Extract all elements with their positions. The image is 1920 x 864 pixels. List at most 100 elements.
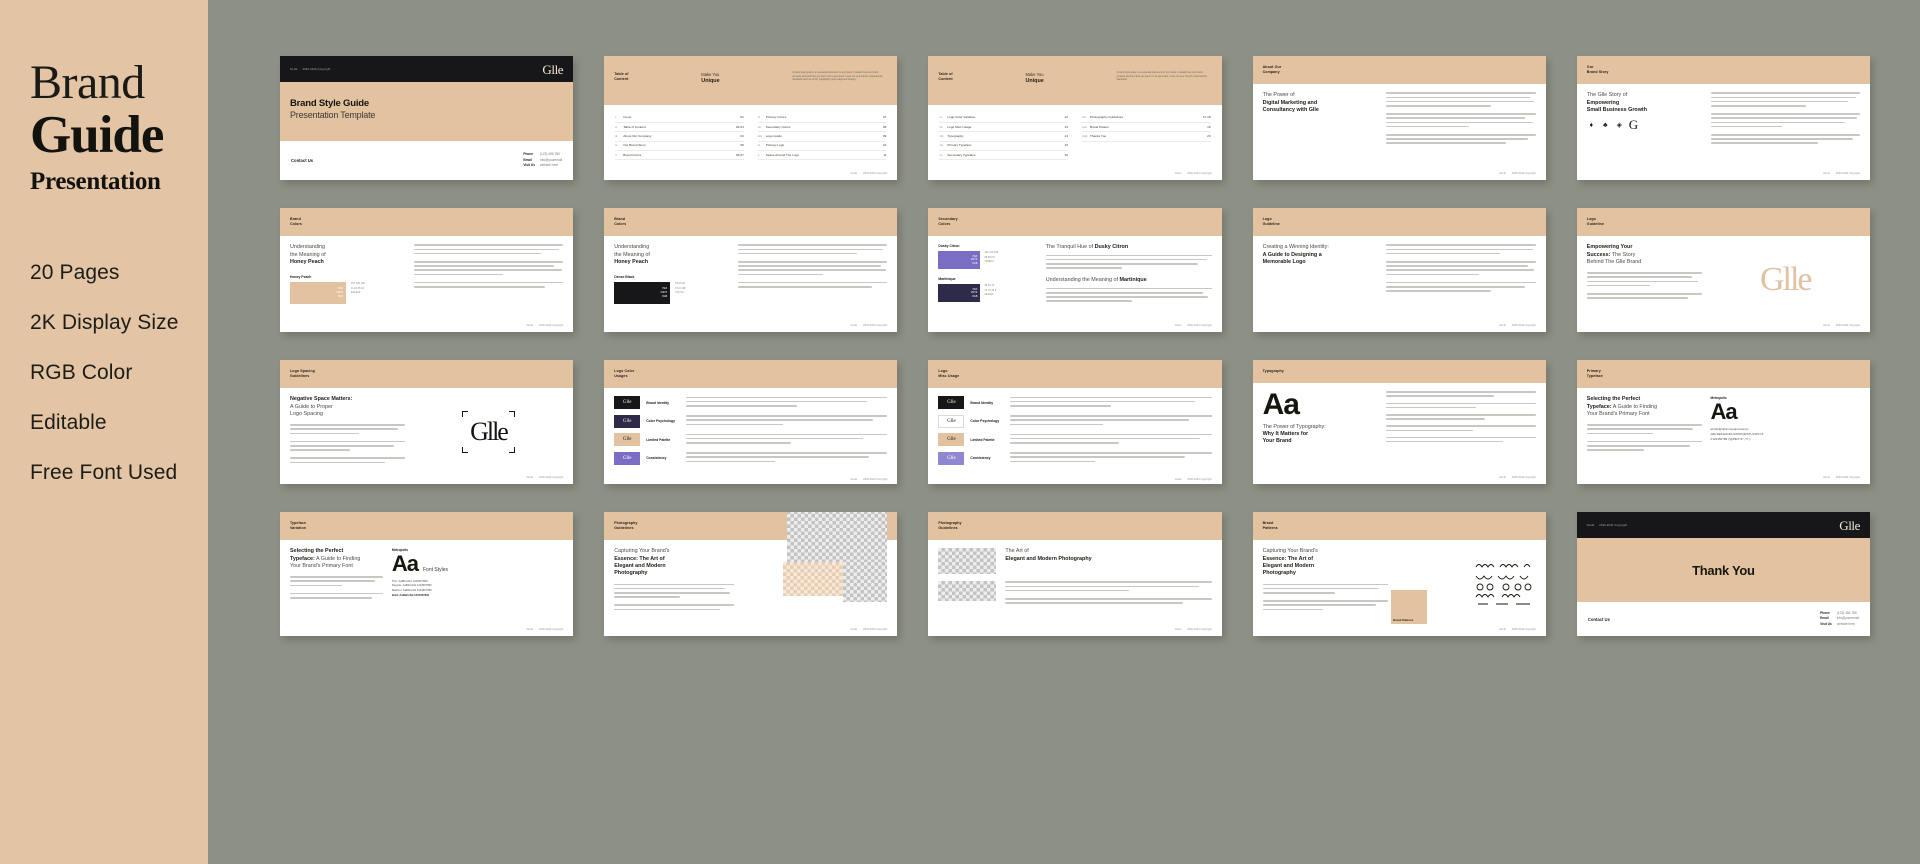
toc-row-page: 14 [1064, 133, 1068, 138]
photo-placeholder-left-2 [938, 581, 997, 602]
slide-thumbnail-typography[interactable]: Typography Aa The Power of Typography: W… [1252, 360, 1546, 484]
slide-footer: GLLE 2030-2040 Copyright [928, 172, 1221, 180]
usage-text [1010, 415, 1212, 428]
toc-row[interactable]: i. Cover 01 [615, 114, 744, 124]
cover-subtitle: Presentation Template [290, 109, 376, 120]
heading-bold-l2: Elegant and Modern [614, 563, 666, 569]
toc-row[interactable]: iii. About Our Company 04 [615, 132, 744, 142]
toc-row[interactable]: viii. Logo Guide 09 [757, 132, 887, 142]
eyebrow-l2: Patterns [1262, 526, 1278, 531]
slide-thumbnail-logo-spacing[interactable]: Logo Spacing Guidelines Negative Space M… [280, 360, 574, 484]
toc-row[interactable]: xiv. Primary Typeface 15 [939, 142, 1068, 151]
swatch-code: E3C2A0 [351, 290, 361, 294]
color-swatch: HEX CMYK RGB [614, 282, 671, 305]
toc-row[interactable]: xi. Logo Color Variation 12 [939, 114, 1068, 124]
eyebrow-l2: Usages [614, 374, 628, 379]
swatch-label: RGB [972, 295, 978, 298]
slide-thumbnail-thank-you[interactable]: GLLE 2030-2040 Copyright Glle Thank You … [1576, 512, 1870, 636]
slide-thumbnail-toc-2[interactable]: Table of Content Make You Unique A brand… [928, 56, 1222, 180]
swatch-code: 17171A [675, 290, 684, 294]
usage-label: Consistency [646, 456, 667, 461]
slide-thumbnail-primary-typeface[interactable]: Primary Typeface Selecting the Perfect T… [1576, 360, 1870, 484]
swatch-label: HEX [662, 288, 668, 291]
chip-logo-text: Glle [947, 437, 956, 443]
spacing-corner-mark-bl [462, 447, 469, 454]
toc-row-label: About Our Company [623, 133, 652, 138]
slide-thumbnail-logo-misc-usage[interactable]: Logo Misc Usage Glle Brand Identity Glle… [928, 360, 1222, 484]
footer-micro-left: GLLE [1498, 324, 1506, 327]
slide-eyebrow-band: Brand Patterns [1252, 512, 1546, 541]
slide-thumbnail-logo-watermark[interactable]: Logo Guideline Empowering Your Success: … [1576, 208, 1870, 332]
slide-heading: The Glle Story of Empowering Small Busin… [1587, 92, 1702, 114]
slide-thumbnail-logo-guideline[interactable]: Logo Guideline Creating a Winning Identi… [1252, 208, 1546, 332]
feature-item: 20 Pages [30, 260, 120, 284]
toc-row[interactable]: iv. Our Brand Story 05 [615, 142, 744, 151]
eyebrow-l1: Logo [1586, 217, 1596, 221]
toc-row[interactable]: ii. Table of Content 02-03 [615, 123, 744, 133]
swatch-code: 227 194 160 [351, 282, 365, 286]
slide-thumbnail-secondary-colors[interactable]: Secondary Colors Dusky Citron HEX CMYK R… [928, 208, 1222, 332]
sidebar-title-line1: Brand [30, 56, 145, 109]
slide-thumbnail-cover[interactable]: GLLE 2030-2040 Copyright Glle Brand Styl… [280, 56, 574, 180]
slide-thumbnail-typeface-variation[interactable]: Typeface Variation Selecting the Perfect… [280, 512, 574, 636]
swatch-code: 7A6EC4 [984, 259, 994, 263]
toc-row-number: xviii. [1082, 133, 1089, 138]
swatch-label: HEX [972, 255, 978, 258]
slide-heading-col: Negative Space Matters: A Guide to Prope… [290, 396, 405, 468]
slide-eyebrow-band: Typeface Variation [280, 512, 574, 541]
eyebrow-l2: Misc Usage [938, 374, 960, 379]
slide-eyebrow-band: Logo Guideline [1576, 208, 1870, 237]
slide-thumbnail-brand-colors-2[interactable]: Brand Colors Understanding the Meaning o… [604, 208, 898, 332]
swatch-label: CMYK [660, 292, 668, 295]
slide-heading-col: Selecting the Perfect Typeface: A Guide … [1586, 396, 1702, 468]
heading-a-bold: Dusky Citron [1094, 244, 1129, 251]
heading-thin-l2: A Guide to Finding [315, 555, 361, 562]
slide-thumbnail-brand-story[interactable]: Our Brand Story The Glle Story of Empowe… [1576, 56, 1870, 180]
toc-row[interactable]: xviii. Thanks You 20 [1082, 132, 1211, 142]
slide-heading: Creating a Winning Identity: A Guide to … [1263, 244, 1378, 266]
feature-list: 20 Pages 2K Display Size RGB Color Edita… [30, 261, 208, 485]
toc-row-label: Logo Misc Usage [947, 124, 972, 129]
toc-row[interactable]: xv. Secondary Typeface 16 [939, 151, 1068, 161]
toc-row-label: Table of Content [623, 124, 646, 129]
toc-row[interactable]: vii. Secondary Colors 08 [757, 123, 887, 133]
toc-row-number: xv. [939, 152, 944, 157]
slide-heading: Capturing Your Brand's Essence: The Art … [614, 548, 734, 577]
slide-eyebrow: Typography [1262, 369, 1284, 373]
slide-eyebrow: Brand Patterns [1263, 521, 1536, 531]
slide-thumbnail-photography-2[interactable]: Photography Guidelines The Art of Elegan… [928, 512, 1222, 636]
toc-column-right: xvi. Photography Guidelines 17-18 xvii. Bra… [1082, 114, 1211, 163]
typeface-sample-aa: Aa [1710, 399, 1738, 425]
eyebrow-l2: Colors [614, 222, 627, 227]
slide-thumbnail-about-company[interactable]: About Our Company The Power of Digital M… [1252, 56, 1546, 180]
usage-label: Color Psychology [970, 419, 1000, 424]
footer-micro-right: 2030-2040 Copyright [1835, 324, 1860, 327]
slide-thumbnail-brand-colors-1[interactable]: Brand Colors Understanding the Meaning o… [280, 208, 574, 332]
heading-bold-l1: Empowering [1586, 99, 1620, 106]
toc-row[interactable]: xvii. Brand Pattern 19 [1082, 123, 1211, 133]
slide-thumbnail-toc-1[interactable]: Table of Content Make You Unique A brand… [604, 56, 898, 180]
slide-heading: Empowering Your Success: The Story Behin… [1587, 244, 1702, 266]
footer-micro-left: GLLE [1174, 628, 1182, 631]
logo-chip-icon: Glle [614, 414, 641, 428]
toc-row[interactable]: v. Brand Colors 06-07 [615, 151, 744, 161]
pattern-label-box: Brand Patterns [1391, 590, 1428, 624]
toc-row[interactable]: xiii. Typography 14 [939, 132, 1068, 142]
slide-footer: GLLE 2030-2040 Copyright [604, 324, 897, 332]
toc-row[interactable]: ix. Primary Logo 10 [757, 142, 887, 151]
heading-thin: Creating a Winning Identity: [1262, 244, 1329, 251]
slide-thumbnail-logo-color-usages[interactable]: Logo Color Usages Glle Brand Identity Gl… [604, 360, 898, 484]
slide-eyebrow-band: Logo Color Usages [604, 360, 898, 389]
toc-row-page: 05 [740, 143, 744, 148]
usage-text [1010, 452, 1212, 465]
toc-row[interactable]: xii. Logo Misc Usage 13 [939, 123, 1068, 133]
toc-row[interactable]: xvi. Photography Guidelines 17-18 [1082, 114, 1211, 124]
slide-heading-col: Selecting the Perfect Typeface: A Guide … [290, 548, 383, 620]
toc-row[interactable]: x. Space Around The Logo 11 [757, 151, 887, 161]
slide-thumbnail-photography-1[interactable]: Photography Guidelines Capturing Your Br… [604, 512, 898, 636]
eyebrow-l2: Colors [938, 222, 951, 227]
toc-row[interactable]: vi. Primary Colors 07 [757, 114, 887, 124]
toc-row-number: iii. [615, 133, 619, 138]
toc-row-number: v. [615, 152, 618, 157]
slide-thumbnail-brand-patterns[interactable]: Brand Patterns Capturing Your Brand's Es… [1252, 512, 1546, 636]
